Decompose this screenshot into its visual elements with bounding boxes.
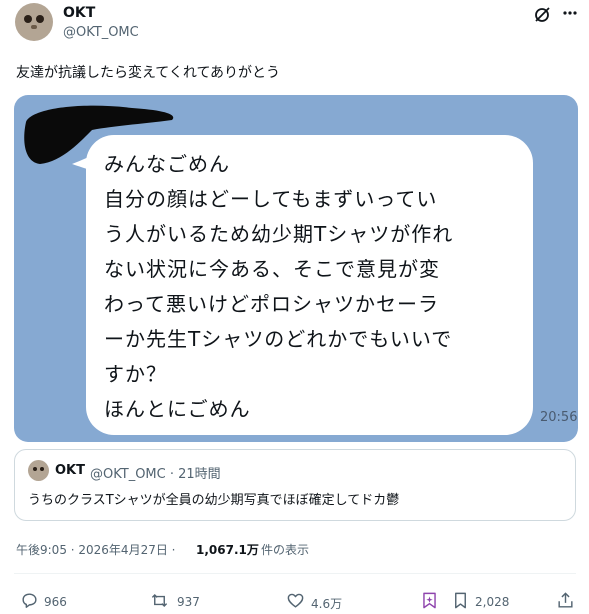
more-options-icon[interactable] (563, 11, 577, 15)
message-bubble-tail (72, 150, 102, 174)
message-line: みんなごめん (104, 152, 230, 176)
quoted-author-handle: @OKT_OMC · 21時間 (90, 467, 221, 482)
author-avatar[interactable] (15, 3, 53, 41)
author-handle[interactable]: @OKT_OMC (63, 25, 139, 40)
bookmark-icon[interactable] (451, 591, 470, 610)
message-line: う人がいるため幼少期Tシャツが作れ (104, 222, 454, 246)
grok-icon[interactable] (533, 6, 551, 24)
quoted-post-text: うちのクラスTシャツが全員の幼少期写真でほぼ確定してドカ鬱 (28, 493, 400, 508)
view-count: 1,067.1万 (196, 543, 259, 557)
message-line: すか？ (104, 362, 167, 386)
message-line: ーか先生Tシャツのどれかでもいいで (104, 327, 453, 351)
message-line: 自分の顔はどーしてもまずいってい (104, 187, 438, 211)
repost-count: 937 (177, 595, 200, 609)
view-count-label: 件の表示 (261, 543, 310, 557)
grok-analytics-icon[interactable] (420, 591, 439, 610)
author-name[interactable]: OKT (63, 5, 95, 21)
divider (14, 573, 576, 574)
quoted-author-avatar (28, 460, 49, 481)
quoted-author-name: OKT (55, 463, 85, 478)
quoted-post[interactable] (14, 449, 576, 521)
message-bubble (86, 135, 533, 435)
post-timestamp[interactable]: 午後9:05 · 2026年4月27日 · (16, 541, 175, 558)
post-text: 友達が抗議したら変えてくれてありがとう (16, 65, 281, 81)
bookmark-count: 2,028 (475, 595, 510, 609)
reply-count: 966 (44, 595, 67, 609)
like-icon[interactable] (286, 591, 305, 610)
repost-icon[interactable] (150, 591, 169, 610)
message-line: わって悪いけどポロシャツかセーラ (104, 292, 439, 316)
share-icon[interactable] (556, 591, 575, 610)
message-time: 20:56 (540, 410, 578, 425)
like-count: 4.6万 (311, 597, 343, 611)
reply-icon[interactable] (20, 591, 39, 610)
message-line: ない状況に今ある、そこで意見が変 (104, 257, 440, 281)
message-line: ほんとにごめん (104, 397, 251, 421)
